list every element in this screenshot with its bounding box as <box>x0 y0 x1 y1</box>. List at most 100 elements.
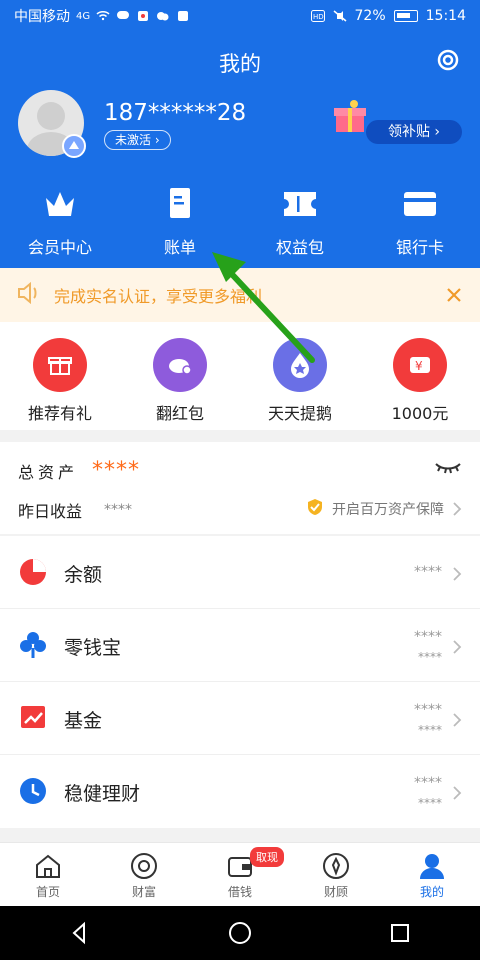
pie-icon <box>18 557 48 587</box>
feature-shortcuts: 推荐有礼 翻红包 天天提鹅 ¥ 1000元 <box>0 322 480 430</box>
baidu-icon <box>176 10 190 22</box>
yesterday-earnings-mask: **** <box>104 502 133 518</box>
chevron-right-icon <box>452 712 462 727</box>
phone-number: 187******28 <box>104 100 247 126</box>
quick-actions: 会员中心 账单 权益包 银行卡 <box>0 178 480 264</box>
mute-icon <box>333 10 347 22</box>
feature-recommend[interactable]: 推荐有礼 <box>0 322 120 430</box>
list-item-stable-finance[interactable]: 稳健理财 **** **** <box>0 755 480 828</box>
list-item-label: 余额 <box>64 564 103 586</box>
svg-text:¥: ¥ <box>415 359 423 373</box>
quick-action-bill[interactable]: 账单 <box>120 178 240 264</box>
assets-summary: 总资产 **** 昨日收益 **** 开启百万资产保障 <box>0 442 480 534</box>
list-item-fund[interactable]: 基金 **** **** <box>0 682 480 755</box>
quick-action-rights-pack[interactable]: 权益包 <box>240 178 360 264</box>
profile-header: 我的 187******28 未激活 › 领补贴 › 会员中心 账单 权益包 银… <box>0 32 480 268</box>
feature-label: 天天提鹅 <box>267 404 332 423</box>
message-icon <box>116 10 130 22</box>
list-item-sub-mask: **** <box>418 723 442 737</box>
wifi-icon <box>96 10 110 22</box>
ticket-icon <box>280 184 320 224</box>
nav-borrow[interactable]: 取现 借钱 <box>192 843 288 906</box>
gift-icon <box>33 338 87 392</box>
home-icon <box>33 851 63 881</box>
card-icon <box>400 184 440 224</box>
subsidy-button[interactable]: 领补贴 › <box>366 120 462 144</box>
total-assets-mask: **** <box>92 458 141 483</box>
nav-label: 财顾 <box>323 885 348 899</box>
bottom-navigation: 首页 财富 取现 借钱 财顾 我的 <box>0 842 480 906</box>
verification-notice[interactable]: 完成实名认证，享受更多福利 <box>0 268 480 322</box>
quick-action-label: 账单 <box>163 238 196 257</box>
feature-1000-yuan[interactable]: ¥ 1000元 <box>360 322 480 430</box>
close-icon[interactable] <box>444 285 464 305</box>
drop-star-icon <box>273 338 327 392</box>
eye-closed-icon[interactable] <box>434 458 462 476</box>
shield-icon <box>306 498 324 520</box>
back-icon[interactable] <box>66 919 94 947</box>
nav-label: 我的 <box>419 885 444 899</box>
speaker-icon <box>16 281 42 308</box>
chevron-right-icon: › <box>154 133 160 147</box>
nav-label: 财富 <box>131 885 156 899</box>
clock-icon <box>18 776 48 806</box>
asset-list: 余额 **** 零钱宝 **** **** 基金 **** **** 稳健理财 … <box>0 536 480 828</box>
asset-protection-link[interactable]: 开启百万资产保障 <box>306 498 462 520</box>
nav-home[interactable]: 首页 <box>0 843 96 906</box>
quick-action-label: 权益包 <box>275 238 324 257</box>
feature-label: 翻红包 <box>155 404 204 423</box>
list-item-label: 稳健理财 <box>64 783 141 805</box>
quick-action-bank-card[interactable]: 银行卡 <box>360 178 480 264</box>
activate-label: 未激活 <box>115 133 152 147</box>
list-item-label: 零钱宝 <box>64 637 122 659</box>
subsidy-label: 领补贴 <box>387 124 430 140</box>
hd-icon: HD <box>310 10 325 22</box>
list-item-sub-mask: **** <box>418 796 442 810</box>
cash-badge: 取现 <box>250 847 284 867</box>
battery-text: 72% <box>354 8 386 24</box>
chevron-right-icon <box>452 566 462 581</box>
home-circle-icon[interactable] <box>226 919 254 947</box>
chevron-right-icon <box>452 502 462 516</box>
notice-text: 完成实名认证，享受更多福利 <box>54 287 263 306</box>
bill-icon <box>160 184 200 224</box>
advisor-icon <box>321 851 351 881</box>
time-text: 15:14 <box>425 8 466 24</box>
settings-gear-icon[interactable] <box>434 46 462 74</box>
activate-button[interactable]: 未激活 › <box>104 130 171 150</box>
network-text: 4G <box>76 10 91 22</box>
list-item-change-treasure[interactable]: 零钱宝 **** **** <box>0 609 480 682</box>
list-item-value-mask: **** <box>414 629 442 645</box>
svg-text:HD: HD <box>313 13 324 21</box>
avatar-badge-icon <box>62 134 86 158</box>
nav-wealth[interactable]: 财富 <box>96 843 192 906</box>
list-item-label: 基金 <box>64 710 103 732</box>
feature-label: 推荐有礼 <box>27 404 92 423</box>
nav-mine[interactable]: 我的 <box>384 843 480 906</box>
chevron-right-icon <box>452 785 462 800</box>
chevron-right-icon <box>452 639 462 654</box>
wechat-icon <box>156 10 170 22</box>
battery-icon <box>393 10 418 22</box>
quick-action-label: 银行卡 <box>395 238 444 257</box>
asset-protection-text: 开启百万资产保障 <box>332 502 444 518</box>
recent-apps-icon[interactable] <box>386 919 414 947</box>
list-item-value-mask: **** <box>414 775 442 791</box>
system-navigation-bar <box>0 906 480 960</box>
chart-icon <box>18 703 48 733</box>
nav-label: 首页 <box>35 885 60 899</box>
nav-label: 借钱 <box>227 885 252 899</box>
feature-red-packet[interactable]: 翻红包 <box>120 322 240 430</box>
list-item-balance[interactable]: 余额 **** <box>0 536 480 609</box>
total-assets-label: 总资产 <box>18 462 79 482</box>
feature-daily-goose[interactable]: 天天提鹅 <box>240 322 360 430</box>
yesterday-earnings-label: 昨日收益 <box>18 502 83 521</box>
subsidy-gift-icon[interactable] <box>330 98 370 138</box>
yen-ticket-icon: ¥ <box>393 338 447 392</box>
quick-action-label: 会员中心 <box>27 238 92 257</box>
feature-label: 1000元 <box>391 404 449 423</box>
nav-advisor[interactable]: 财顾 <box>288 843 384 906</box>
coin-icon <box>129 851 159 881</box>
piggy-icon <box>153 338 207 392</box>
quick-action-member-center[interactable]: 会员中心 <box>0 178 120 264</box>
